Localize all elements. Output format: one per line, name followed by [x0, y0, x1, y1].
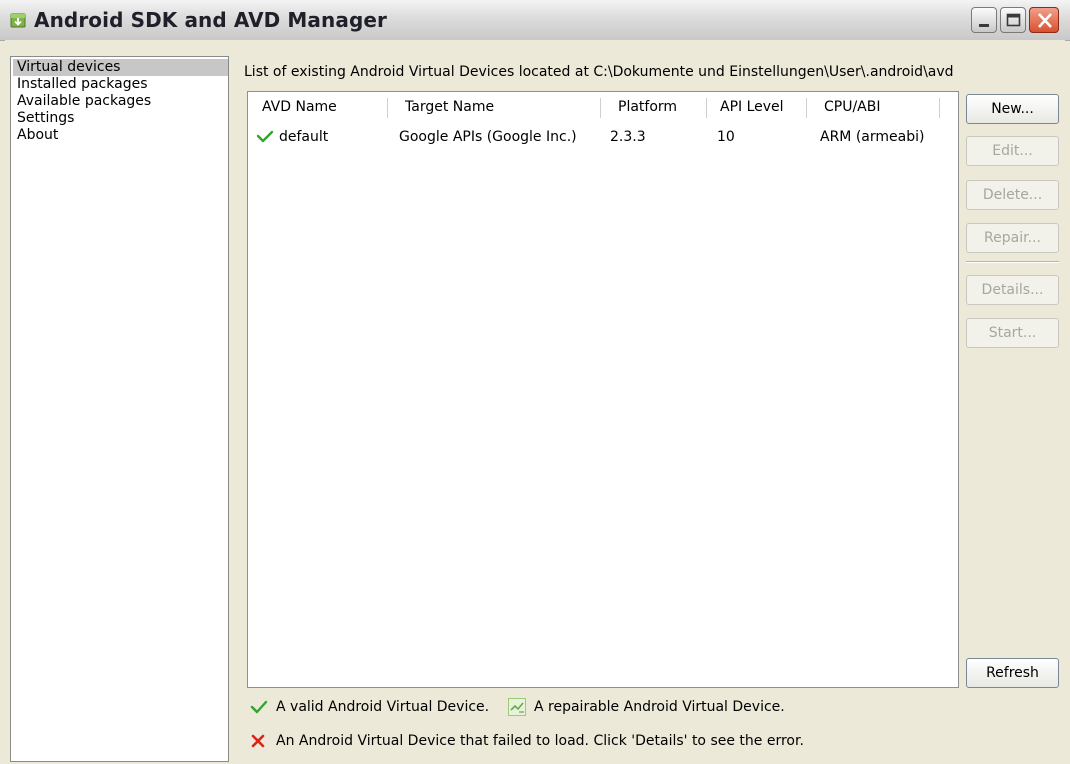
edit-button[interactable]: Edit... — [966, 136, 1059, 166]
column-divider[interactable] — [706, 98, 707, 118]
cell-platform: 2.3.3 — [610, 129, 646, 145]
minimize-button[interactable] — [971, 7, 997, 33]
legend-row-failed: An Android Virtual Device that failed to… — [250, 731, 850, 751]
legend-failed-text: An Android Virtual Device that failed to… — [276, 733, 804, 749]
sidebar-item-settings[interactable]: Settings — [13, 110, 228, 127]
column-header-platform[interactable]: Platform — [618, 92, 677, 122]
column-header-cpu-abi[interactable]: CPU/ABI — [824, 92, 881, 122]
window-title: Android SDK and AVD Manager — [34, 8, 387, 32]
column-header-avd-name[interactable]: AVD Name — [262, 92, 337, 122]
sidebar-item-about[interactable]: About — [13, 127, 228, 144]
start-button[interactable]: Start... — [966, 318, 1059, 348]
panel-splitter[interactable] — [231, 56, 235, 762]
title-bar[interactable]: Android SDK and AVD Manager — [0, 0, 1070, 41]
button-separator — [966, 261, 1059, 263]
avd-location-header: List of existing Android Virtual Devices… — [244, 64, 954, 80]
sidebar-nav: Virtual devices Installed packages Avail… — [10, 56, 229, 762]
legend-repairable-text: A repairable Android Virtual Device. — [534, 699, 785, 715]
repairable-device-icon — [508, 698, 526, 716]
avd-manager-window: Android SDK and AVD Manager Virtual devi… — [0, 0, 1070, 764]
cell-target-name: Google APIs (Google Inc.) — [399, 129, 577, 145]
column-divider[interactable] — [600, 98, 601, 118]
maximize-icon — [1006, 13, 1021, 27]
legend-row-valid-repairable: A valid Android Virtual Device. A repair… — [250, 697, 810, 717]
legend-valid-text: A valid Android Virtual Device. — [276, 699, 490, 715]
new-button[interactable]: New... — [966, 94, 1059, 124]
column-header-target-name[interactable]: Target Name — [405, 92, 494, 122]
column-divider[interactable] — [806, 98, 807, 118]
valid-check-icon — [250, 700, 268, 714]
column-divider[interactable] — [387, 98, 388, 118]
valid-check-icon — [256, 130, 274, 143]
sidebar-item-virtual-devices[interactable]: Virtual devices — [13, 59, 228, 76]
repair-button[interactable]: Repair... — [966, 223, 1059, 253]
maximize-button[interactable] — [1000, 7, 1026, 33]
sidebar-item-installed-packages[interactable]: Installed packages — [13, 76, 228, 93]
refresh-button[interactable]: Refresh — [966, 658, 1059, 688]
close-button[interactable] — [1029, 7, 1059, 33]
cell-cpu-abi: ARM (armeabi) — [820, 129, 925, 145]
cell-avd-name: default — [279, 129, 329, 145]
details-button[interactable]: Details... — [966, 275, 1059, 305]
column-header-api-level[interactable]: API Level — [720, 92, 784, 122]
close-icon — [1038, 13, 1052, 28]
table-row[interactable]: default Google APIs (Google Inc.) 2.3.3 … — [248, 126, 958, 150]
sidebar-item-available-packages[interactable]: Available packages — [13, 93, 228, 110]
avd-table[interactable]: AVD Name Target Name Platform API Level … — [247, 91, 959, 688]
cell-api-level: 10 — [717, 129, 735, 145]
android-sdk-app-icon — [10, 13, 26, 28]
minimize-icon — [979, 24, 989, 27]
column-divider[interactable] — [939, 98, 940, 118]
failed-x-icon — [251, 734, 265, 748]
delete-button[interactable]: Delete... — [966, 180, 1059, 210]
